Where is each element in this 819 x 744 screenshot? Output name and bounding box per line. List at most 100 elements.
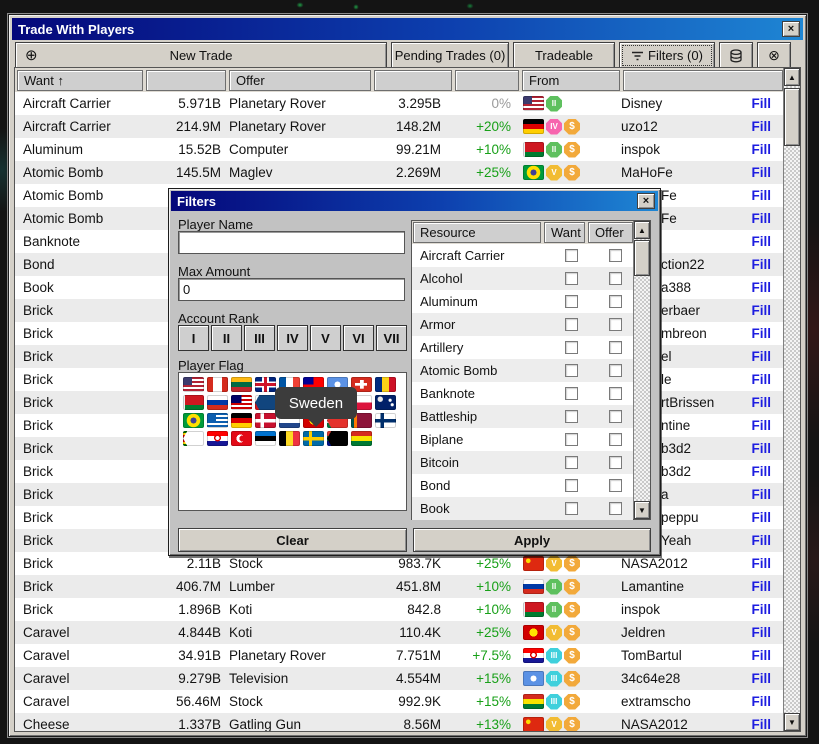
- fill-link[interactable]: Fill: [752, 510, 772, 525]
- flag-icon-br[interactable]: [183, 413, 204, 428]
- clear-button[interactable]: Clear: [178, 528, 407, 552]
- fill-link[interactable]: Fill: [752, 303, 772, 318]
- want-checkbox[interactable]: [550, 479, 592, 492]
- fill-link[interactable]: Fill: [752, 188, 772, 203]
- offer-checkbox[interactable]: [592, 364, 638, 377]
- offer-checkbox[interactable]: [592, 318, 638, 331]
- want-checkbox[interactable]: [550, 249, 592, 262]
- offer-checkbox[interactable]: [592, 410, 638, 423]
- offer-checkbox[interactable]: [592, 433, 638, 446]
- rank-button-vii[interactable]: VII: [376, 325, 407, 351]
- flag-icon-cz[interactable]: [255, 395, 276, 410]
- want-checkbox[interactable]: [550, 502, 592, 515]
- flag-icon-au[interactable]: [375, 395, 396, 410]
- column-header-percent[interactable]: [455, 70, 519, 91]
- want-checkbox[interactable]: [550, 410, 592, 423]
- scroll-up-icon[interactable]: ▲: [784, 68, 800, 86]
- want-column-header[interactable]: Want: [544, 222, 585, 243]
- offer-column-header[interactable]: Offer: [588, 222, 633, 243]
- column-header-offer[interactable]: Offer: [229, 70, 371, 91]
- fill-link[interactable]: Fill: [752, 418, 772, 433]
- flag-icon-de[interactable]: [231, 413, 252, 428]
- max-amount-input[interactable]: [178, 278, 405, 301]
- flag-icon-us[interactable]: [183, 377, 204, 392]
- close-icon[interactable]: ×: [782, 21, 800, 37]
- resource-scroll-down-icon[interactable]: ▼: [634, 501, 650, 519]
- scroll-down-icon[interactable]: ▼: [784, 713, 800, 731]
- want-checkbox[interactable]: [550, 433, 592, 446]
- fill-link[interactable]: Fill: [752, 372, 772, 387]
- flag-icon-lt[interactable]: [231, 377, 252, 392]
- apply-button[interactable]: Apply: [413, 528, 651, 552]
- fill-link[interactable]: Fill: [752, 234, 772, 249]
- rank-button-ii[interactable]: II: [211, 325, 242, 351]
- offer-checkbox[interactable]: [592, 272, 638, 285]
- want-checkbox[interactable]: [550, 341, 592, 354]
- fill-link[interactable]: Fill: [752, 487, 772, 502]
- fill-link[interactable]: Fill: [752, 395, 772, 410]
- offer-checkbox[interactable]: [592, 341, 638, 354]
- pending-trades-button[interactable]: Pending Trades (0): [391, 42, 509, 69]
- flag-icon-za[interactable]: [327, 431, 348, 446]
- fill-link[interactable]: Fill: [752, 648, 772, 663]
- fill-link[interactable]: Fill: [752, 717, 772, 732]
- resource-scrollbar-thumb[interactable]: [634, 240, 650, 276]
- offer-checkbox[interactable]: [592, 387, 638, 400]
- rank-button-v[interactable]: V: [310, 325, 341, 351]
- want-checkbox[interactable]: [550, 456, 592, 469]
- column-header-want-amount[interactable]: [146, 70, 226, 91]
- flag-icon-fi[interactable]: [375, 413, 396, 428]
- flag-icon-gr[interactable]: [207, 413, 228, 428]
- flag-icon-zw[interactable]: [183, 431, 204, 446]
- fill-link[interactable]: Fill: [752, 464, 772, 479]
- tradeable-button[interactable]: Tradeable: [513, 42, 615, 69]
- column-header-offer-amount[interactable]: [374, 70, 452, 91]
- database-button[interactable]: [719, 42, 753, 69]
- resource-column-header[interactable]: Resource: [413, 222, 541, 243]
- filters-button[interactable]: Filters (0): [619, 42, 715, 69]
- dialog-close-icon[interactable]: ×: [637, 193, 655, 209]
- fill-link[interactable]: Fill: [752, 694, 772, 709]
- fill-link[interactable]: Fill: [752, 441, 772, 456]
- flag-icon-be[interactable]: [279, 431, 300, 446]
- rank-button-i[interactable]: I: [178, 325, 209, 351]
- fill-link[interactable]: Fill: [752, 211, 772, 226]
- clear-filters-button[interactable]: ⊗: [757, 42, 791, 69]
- table-scrollbar[interactable]: ▲ ▼: [783, 68, 800, 731]
- flag-icon-ro[interactable]: [375, 377, 396, 392]
- flag-icon-my[interactable]: [231, 395, 252, 410]
- fill-link[interactable]: Fill: [752, 280, 772, 295]
- fill-link[interactable]: Fill: [752, 602, 772, 617]
- rank-button-vi[interactable]: VI: [343, 325, 374, 351]
- want-checkbox[interactable]: [550, 272, 592, 285]
- fill-link[interactable]: Fill: [752, 96, 772, 111]
- offer-checkbox[interactable]: [592, 479, 638, 492]
- want-checkbox[interactable]: [550, 387, 592, 400]
- flag-icon-gb[interactable]: [255, 377, 276, 392]
- player-name-input[interactable]: [178, 231, 405, 254]
- fill-link[interactable]: Fill: [752, 579, 772, 594]
- flag-icon-by[interactable]: [183, 395, 204, 410]
- resource-scrollbar[interactable]: ▲ ▼: [633, 221, 650, 519]
- fill-link[interactable]: Fill: [752, 625, 772, 640]
- fill-link[interactable]: Fill: [752, 349, 772, 364]
- fill-link[interactable]: Fill: [752, 326, 772, 341]
- offer-checkbox[interactable]: [592, 295, 638, 308]
- offer-checkbox[interactable]: [592, 502, 638, 515]
- flag-icon-bo[interactable]: [351, 431, 372, 446]
- fill-link[interactable]: Fill: [752, 556, 772, 571]
- want-checkbox[interactable]: [550, 318, 592, 331]
- offer-checkbox[interactable]: [592, 456, 638, 469]
- rank-button-iii[interactable]: III: [244, 325, 275, 351]
- flag-icon-dk[interactable]: [255, 413, 276, 428]
- flag-icon-ee[interactable]: [255, 431, 276, 446]
- fill-link[interactable]: Fill: [752, 533, 772, 548]
- flag-icon-hr[interactable]: [207, 431, 228, 446]
- want-checkbox[interactable]: [550, 295, 592, 308]
- fill-link[interactable]: Fill: [752, 257, 772, 272]
- resource-scroll-up-icon[interactable]: ▲: [634, 221, 650, 239]
- flag-icon-tr[interactable]: [231, 431, 252, 446]
- flag-icon-ca[interactable]: [207, 377, 228, 392]
- fill-link[interactable]: Fill: [752, 119, 772, 134]
- fill-link[interactable]: Fill: [752, 165, 772, 180]
